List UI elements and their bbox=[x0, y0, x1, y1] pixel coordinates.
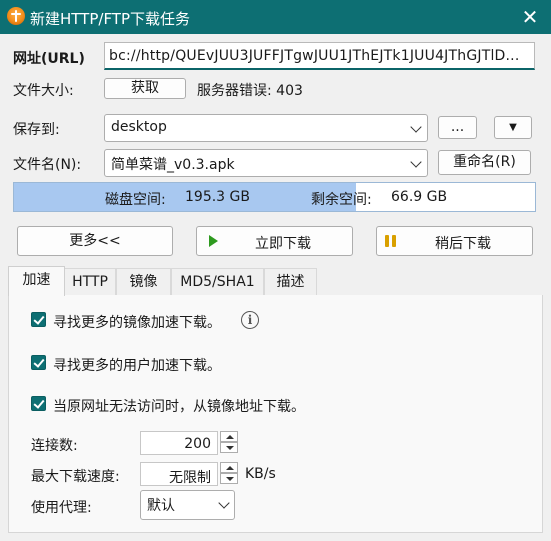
max-speed-input[interactable]: 无限制 bbox=[140, 462, 218, 486]
disk-space-label: 磁盘空间: bbox=[105, 192, 166, 208]
close-button[interactable]: ✕ bbox=[516, 4, 544, 30]
stepper-down-button[interactable] bbox=[220, 442, 238, 453]
proxy-value: 默认 bbox=[147, 498, 175, 514]
user-accelerate-checkbox[interactable] bbox=[31, 355, 46, 370]
stepper-up-button[interactable] bbox=[220, 462, 238, 473]
caret-down-icon bbox=[226, 446, 234, 450]
caret-up-icon bbox=[226, 435, 234, 439]
connections-label: 连接数: bbox=[31, 438, 78, 454]
filename-value: 简单菜谱_v0.3.apk bbox=[111, 157, 235, 173]
download-later-button[interactable]: 稍后下载 bbox=[376, 226, 533, 256]
chevron-down-icon bbox=[410, 121, 422, 133]
tab-md5-sha1[interactable]: MD5/SHA1 bbox=[171, 268, 264, 295]
save-to-value: desktop bbox=[111, 119, 167, 135]
mirror-accelerate-checkbox[interactable] bbox=[31, 312, 46, 327]
fetch-button[interactable]: 获取 bbox=[104, 78, 186, 99]
filename-combo[interactable]: 简单菜谱_v0.3.apk bbox=[104, 149, 428, 177]
caret-up-icon bbox=[226, 466, 234, 470]
filesize-status: 服务器错误: 403 bbox=[197, 83, 303, 99]
max-speed-label: 最大下载速度: bbox=[31, 469, 120, 485]
download-now-button[interactable]: 立即下载 bbox=[196, 226, 353, 256]
max-speed-stepper[interactable] bbox=[220, 462, 238, 484]
filesize-label: 文件大小: bbox=[13, 83, 74, 99]
free-space-value: 66.9 GB bbox=[391, 189, 448, 205]
pause-icon bbox=[385, 235, 397, 247]
disk-space-bar: 磁盘空间: 195.3 GB 剩余空间: 66.9 GB bbox=[13, 182, 536, 212]
info-icon[interactable]: i bbox=[241, 311, 259, 329]
stepper-up-button[interactable] bbox=[220, 431, 238, 442]
play-icon bbox=[209, 235, 218, 247]
more-button[interactable]: 更多<< bbox=[17, 226, 173, 256]
speed-unit: KB/s bbox=[245, 466, 276, 482]
mirror-accelerate-label: 寻找更多的镜像加速下载。 bbox=[53, 315, 221, 331]
caret-down-icon bbox=[226, 477, 234, 481]
stepper-down-button[interactable] bbox=[220, 473, 238, 484]
save-to-menu-button[interactable]: ▼ bbox=[494, 116, 532, 139]
rename-button[interactable]: 重命名(R) bbox=[438, 150, 531, 175]
save-to-label: 保存到: bbox=[13, 122, 60, 138]
tab-http[interactable]: HTTP bbox=[64, 268, 116, 295]
mirror-fallback-checkbox[interactable] bbox=[31, 396, 46, 411]
user-accelerate-label: 寻找更多的用户加速下载。 bbox=[53, 358, 221, 374]
connections-stepper[interactable] bbox=[220, 431, 238, 453]
window-title: 新建HTTP/FTP下载任务 bbox=[30, 10, 191, 28]
tab-mirror[interactable]: 镜像 bbox=[116, 268, 171, 295]
connections-input[interactable]: 200 bbox=[140, 431, 218, 455]
tab-accelerate[interactable]: 加速 bbox=[8, 266, 65, 296]
download-now-label: 立即下载 bbox=[255, 236, 311, 252]
free-space-label: 剩余空间: bbox=[311, 192, 372, 208]
chevron-down-icon bbox=[410, 156, 422, 168]
chevron-down-icon bbox=[218, 497, 230, 509]
mirror-fallback-label: 当原网址无法访问时，从镜像地址下载。 bbox=[53, 399, 305, 415]
download-later-label: 稍后下载 bbox=[435, 236, 491, 252]
proxy-select[interactable]: 默认 bbox=[140, 490, 235, 520]
tab-description[interactable]: 描述 bbox=[264, 268, 317, 295]
app-logo-icon bbox=[7, 7, 25, 25]
title-bar: 新建HTTP/FTP下载任务 ✕ bbox=[0, 0, 551, 34]
filename-label: 文件名(N): bbox=[13, 157, 82, 173]
disk-space-value: 195.3 GB bbox=[185, 189, 250, 205]
url-input[interactable]: bc://http/QUEvJUU3JUFFJTgwJUU1JThEJTk1JU… bbox=[104, 42, 535, 70]
url-label: 网址(URL) bbox=[13, 51, 85, 67]
proxy-label: 使用代理: bbox=[31, 500, 92, 516]
save-to-combo[interactable]: desktop bbox=[104, 114, 428, 142]
browse-button[interactable]: ... bbox=[438, 116, 477, 139]
